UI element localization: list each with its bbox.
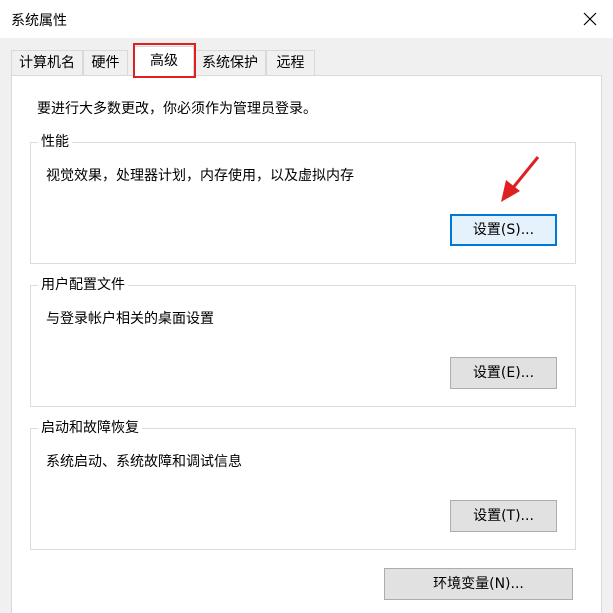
tab-hardware[interactable]: 硬件: [83, 50, 128, 76]
tab-advanced[interactable]: 高级: [134, 46, 194, 77]
user-profiles-group: 用户配置文件 与登录帐户相关的桌面设置 设置(E)...: [30, 275, 576, 407]
environment-variables-button[interactable]: 环境变量(N)...: [384, 568, 573, 600]
user-profiles-title: 用户配置文件: [38, 275, 128, 295]
startup-recovery-title: 启动和故障恢复: [38, 418, 142, 438]
performance-group: 性能 视觉效果，处理器计划，内存使用，以及虚拟内存 设置(S)...: [30, 132, 576, 264]
window-title: 系统属性: [11, 13, 67, 29]
user-profiles-settings-button[interactable]: 设置(E)...: [450, 357, 557, 389]
close-icon: [583, 12, 597, 26]
startup-recovery-description: 系统启动、系统故障和调试信息: [46, 454, 242, 470]
tab-computer-name[interactable]: 计算机名: [11, 50, 83, 76]
performance-title: 性能: [38, 132, 72, 152]
performance-settings-button[interactable]: 设置(S)...: [450, 214, 557, 246]
user-profiles-description: 与登录帐户相关的桌面设置: [46, 311, 214, 327]
startup-recovery-group: 启动和故障恢复 系统启动、系统故障和调试信息 设置(T)...: [30, 418, 576, 550]
close-button[interactable]: [567, 0, 613, 38]
admin-notice: 要进行大多数更改，你必须作为管理员登录。: [37, 101, 317, 117]
title-bar: 系统属性: [0, 0, 613, 38]
tab-remote[interactable]: 远程: [266, 50, 315, 76]
tab-system-protection[interactable]: 系统保护: [194, 50, 266, 76]
startup-recovery-settings-button[interactable]: 设置(T)...: [450, 500, 557, 532]
performance-description: 视觉效果，处理器计划，内存使用，以及虚拟内存: [46, 168, 354, 184]
